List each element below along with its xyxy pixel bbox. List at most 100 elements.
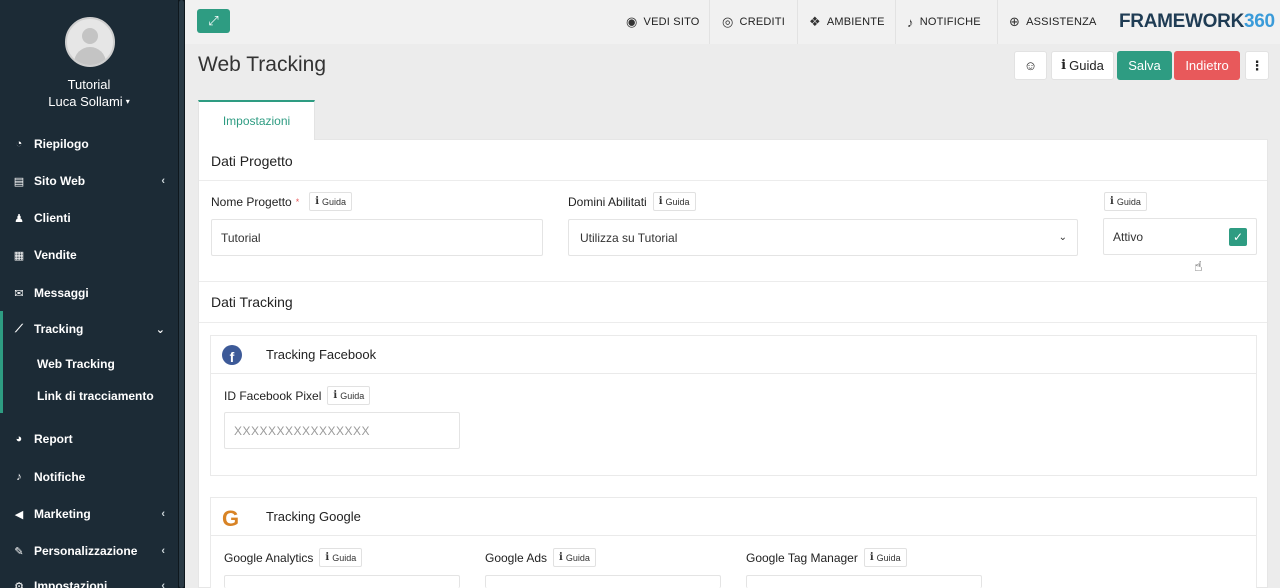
- label-text: Google Analytics: [224, 550, 314, 565]
- guida-badge[interactable]: i Guida: [652, 192, 696, 211]
- label-text: ID Facebook Pixel: [224, 388, 322, 403]
- save-button[interactable]: Salva: [1117, 51, 1172, 80]
- sidebar-item-notifiche[interactable]: ♪ Notifiche: [0, 459, 178, 495]
- chevron-down-icon: ⌄: [1058, 232, 1067, 243]
- bell-icon: ♪: [16, 471, 22, 483]
- domini-abilitati-select[interactable]: Utilizza su Tutorial ⌄: [568, 219, 1078, 256]
- sidebar-item-label: Marketing: [34, 507, 91, 521]
- google-analytics-input[interactable]: [224, 575, 460, 588]
- sidebar-item-label: Clienti: [34, 211, 71, 225]
- hand-cursor-icon: ☝: [1194, 258, 1203, 274]
- guida-badge[interactable]: i Guida: [319, 548, 363, 567]
- brush-icon: ✎: [14, 545, 24, 558]
- select-value: Utilizza su Tutorial: [580, 230, 678, 245]
- more-options-button[interactable]: ⋮: [1245, 51, 1269, 80]
- google-tag-manager-input[interactable]: [746, 575, 982, 588]
- top-link-notifiche[interactable]: ♪ NOTIFICHE: [907, 0, 981, 44]
- check-icon: ✓: [1232, 230, 1244, 244]
- field-label-nome-progetto: Nome Progetto * i Guida: [211, 192, 353, 211]
- sidebar-subitem-link-tracciamento[interactable]: Link di tracciamento: [37, 389, 154, 403]
- facebook-pixel-input[interactable]: XXXXXXXXXXXXXXXX: [224, 412, 460, 449]
- sidebar: Tutorial Luca Sollami ▾ ◔ Riepilogo ▤ Sito …: [0, 0, 178, 588]
- sidebar-item-vendite[interactable]: ▦ Vendite: [0, 237, 178, 273]
- required-marker: *: [295, 196, 300, 207]
- bell-icon: ♪: [907, 14, 914, 30]
- chevron-left-icon: ‹: [161, 545, 165, 557]
- attivo-checkbox[interactable]: ✓: [1229, 228, 1247, 246]
- top-link-ambiente[interactable]: ❖ AMBIENTE: [809, 0, 885, 44]
- sidebar-subitem-web-tracking[interactable]: Web Tracking: [37, 357, 115, 371]
- top-link-label: ASSISTENZA: [1026, 16, 1097, 28]
- guida-label: Guida: [340, 390, 365, 401]
- top-link-assistenza[interactable]: ⊕ ASSISTENZA: [1009, 0, 1097, 44]
- sidebar-item-clienti[interactable]: ♟ Clienti: [0, 200, 178, 236]
- top-link-crediti[interactable]: ◎ CREDITI: [722, 0, 785, 44]
- chevron-left-icon: ‹: [161, 580, 165, 588]
- dashboard-icon: ◔: [15, 138, 23, 150]
- sidebar-item-riepilogo[interactable]: ◔ Riepilogo: [0, 126, 178, 162]
- info-icon: i: [325, 552, 330, 563]
- guida-badge[interactable]: i Guida: [1104, 192, 1147, 211]
- file-icon: ▤: [13, 175, 25, 188]
- guida-button[interactable]: i Guida: [1051, 51, 1114, 80]
- brand-number: 360: [1244, 11, 1275, 32]
- divider: [895, 0, 896, 44]
- page-title: Web Tracking: [198, 53, 326, 76]
- info-icon: i: [559, 552, 563, 563]
- sidebar-item-label: Personalizzazione: [34, 544, 138, 558]
- info-icon: i: [333, 390, 338, 401]
- nome-progetto-input[interactable]: Tutorial: [211, 219, 543, 256]
- google-icon: G: [222, 506, 240, 531]
- tab-impostazioni[interactable]: Impostazioni: [198, 100, 315, 140]
- feedback-button[interactable]: ☺: [1014, 51, 1047, 80]
- topbar: ⤢ ◉ VEDI SITO ◎ CREDITI ❖ AMBIENTE ♪ NOTIFIC…: [185, 0, 1280, 44]
- guida-label: Guida: [565, 552, 590, 563]
- sidebar-item-messaggi[interactable]: ✉ Messaggi: [0, 275, 178, 311]
- brand-logo[interactable]: FRAMEWORK360: [1119, 11, 1275, 33]
- user-menu[interactable]: Luca Sollami ▾: [0, 94, 178, 109]
- guida-label: Guida: [665, 196, 690, 207]
- guida-badge[interactable]: i Guida: [309, 192, 353, 211]
- envelope-icon: ✉: [14, 287, 24, 300]
- chevron-left-icon: ‹: [161, 175, 165, 187]
- label-text: Google Tag Manager: [746, 550, 858, 565]
- guida-badge[interactable]: i Guida: [553, 548, 596, 567]
- field-label-facebook-pixel: ID Facebook Pixel i Guida: [224, 386, 371, 405]
- info-icon: i: [658, 196, 663, 207]
- sidebar-scrollbar[interactable]: [178, 0, 185, 588]
- chevron-down-icon: ⌄: [155, 323, 165, 336]
- top-link-vedi-sito[interactable]: ◉ VEDI SITO: [626, 0, 700, 44]
- top-link-label: VEDI SITO: [643, 16, 700, 28]
- guida-badge[interactable]: i Guida: [863, 548, 907, 567]
- sidebar-item-label: Messaggi: [34, 286, 89, 300]
- tracking-facebook-card: f Tracking Facebook: [210, 335, 1257, 476]
- back-button[interactable]: Indietro: [1174, 51, 1240, 80]
- sidebar-item-tracking[interactable]: ⟋ Tracking ⌄: [0, 311, 178, 347]
- field-label-google-analytics: Google Analytics i Guida: [224, 548, 363, 567]
- sidebar-item-label: Sito Web: [34, 174, 86, 188]
- sidebar-item-marketing[interactable]: ◀ Marketing ‹: [0, 496, 178, 532]
- calculator-icon: ▦: [13, 249, 25, 262]
- google-ads-input[interactable]: [485, 575, 721, 588]
- scrollbar-thumb[interactable]: [179, 0, 184, 588]
- top-link-label: NOTIFICHE: [919, 16, 981, 28]
- sidebar-item-report[interactable]: ◕ Report: [0, 421, 178, 457]
- eye-icon: ◉: [626, 14, 638, 29]
- expand-button[interactable]: ⤢: [197, 9, 230, 33]
- brand-text: FRAMEWORK: [1119, 11, 1245, 32]
- avatar-body-shape: [74, 47, 106, 65]
- info-icon: i: [315, 196, 320, 207]
- avatar-head-shape: [82, 28, 98, 44]
- guida-badge[interactable]: i Guida: [327, 386, 371, 405]
- info-icon: i: [1061, 58, 1067, 73]
- divider: [199, 180, 1267, 181]
- smile-icon: ☺: [1023, 58, 1038, 73]
- sidebar-item-personalizzazione[interactable]: ✎ Personalizzazione ‹: [0, 533, 178, 569]
- divider: [709, 0, 710, 44]
- cubes-icon: ❖: [809, 14, 821, 29]
- guida-label: Guida: [876, 552, 901, 563]
- avatar[interactable]: [65, 17, 115, 67]
- sidebar-item-impostazioni[interactable]: ⚙ Impostazioni ‹: [0, 568, 178, 588]
- tracking-submenu: Web Tracking Link di tracciamento: [0, 347, 178, 413]
- sidebar-item-sito-web[interactable]: ▤ Sito Web ‹: [0, 163, 178, 199]
